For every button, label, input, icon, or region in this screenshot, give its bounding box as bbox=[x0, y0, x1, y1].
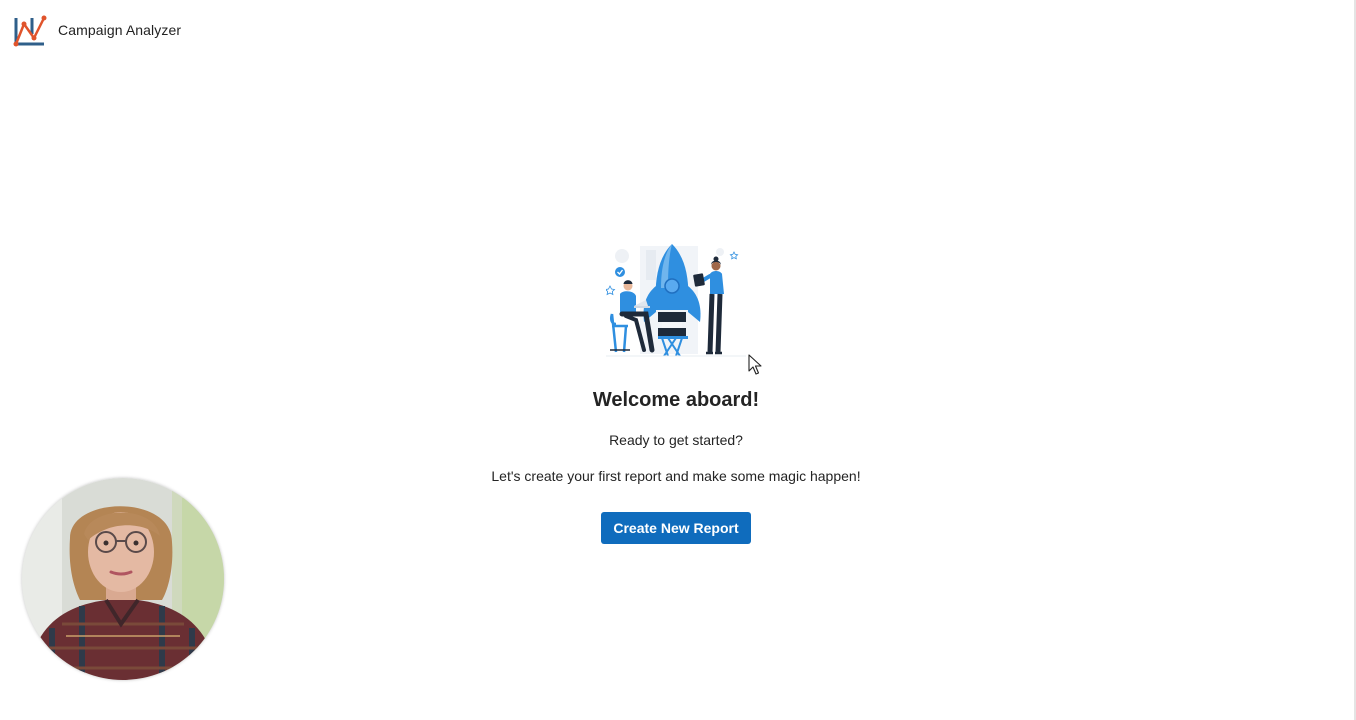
create-new-report-button[interactable]: Create New Report bbox=[601, 512, 751, 544]
welcome-heading: Welcome aboard! bbox=[592, 389, 760, 411]
app-header: Campaign Analyzer bbox=[12, 12, 181, 48]
app-title: Campaign Analyzer bbox=[58, 22, 182, 38]
welcome-panel: Welcome aboard! Ready to get started? Le… bbox=[0, 240, 1352, 544]
welcome-subtitle: Ready to get started? bbox=[609, 432, 743, 448]
webcam-presenter-avatar bbox=[22, 478, 224, 680]
rocket-team-illustration bbox=[606, 240, 746, 364]
line-chart-logo-icon[interactable] bbox=[12, 12, 48, 48]
app-window: Campaign Analyzer Welcome aboard! Ready … bbox=[0, 0, 1356, 720]
welcome-message: Let's create your first report and make … bbox=[491, 468, 861, 484]
